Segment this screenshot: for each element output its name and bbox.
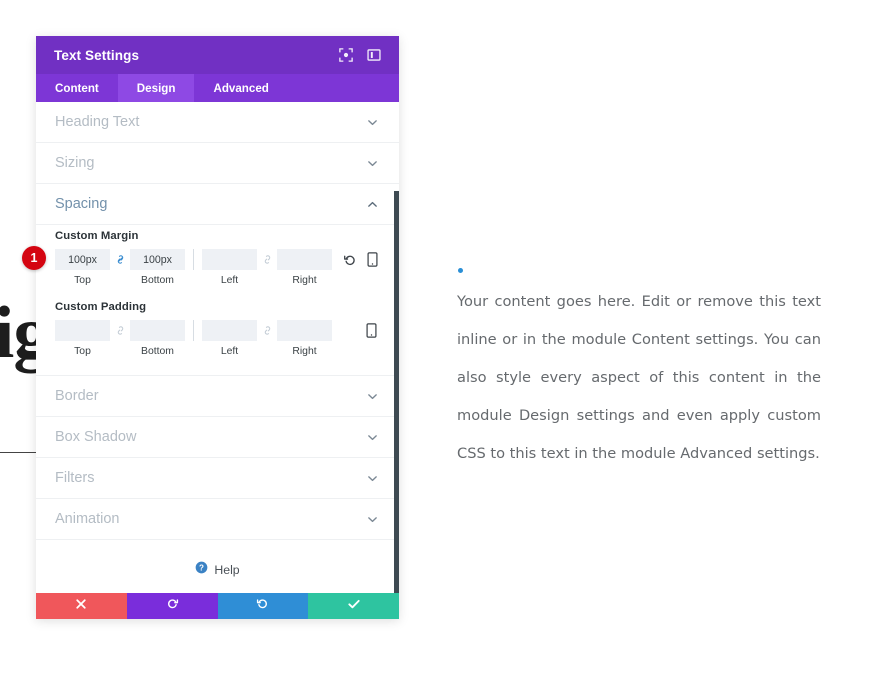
chevron-down-icon <box>366 157 379 170</box>
section-spacing[interactable]: Spacing <box>36 184 399 225</box>
margin-left-label: Left <box>220 274 239 286</box>
module-content-column: Your content goes here. Edit or remove t… <box>457 268 821 473</box>
page-title: Text Settings <box>54 47 140 63</box>
margin-row-icons <box>332 251 380 268</box>
padding-row-icons <box>354 322 379 339</box>
spacing-controls: Custom Margin 100px 100px Top Bottom Lef… <box>36 225 399 376</box>
margin-right-input[interactable] <box>277 249 332 270</box>
margin-bottom-label: Bottom <box>141 274 174 286</box>
margin-top-input[interactable] <box>55 249 110 270</box>
panel-scrollbar[interactable] <box>394 191 399 593</box>
padding-right-label: Right <box>292 345 317 357</box>
chevron-down-icon <box>366 513 379 526</box>
margin-top-bottom-pair <box>55 249 185 270</box>
padding-top-label: Top <box>74 345 91 357</box>
annotation-badge-1: 1 <box>22 246 46 270</box>
margin-left-right-pair <box>202 249 332 270</box>
mobile-device-icon[interactable] <box>365 251 380 268</box>
tab-advanced[interactable]: Advanced <box>194 74 287 102</box>
mobile-device-icon[interactable] <box>364 322 379 339</box>
section-filters[interactable]: Filters <box>36 458 399 499</box>
modal-header: Text Settings <box>36 36 399 74</box>
section-label: Filters <box>55 470 95 486</box>
broken-link-chain-icon[interactable] <box>257 249 277 270</box>
section-label: Animation <box>55 511 120 527</box>
redo-arrow-icon <box>256 597 269 615</box>
custom-padding-label: Custom Padding <box>55 301 147 313</box>
module-content-paragraph: Your content goes here. Edit or remove t… <box>457 293 821 462</box>
padding-right-input[interactable] <box>277 320 332 341</box>
margin-labels-row: Top Bottom Left Right <box>55 270 379 290</box>
section-label: Spacing <box>55 196 108 212</box>
section-label: Border <box>55 388 99 404</box>
redo-button[interactable] <box>217 593 309 619</box>
help-button[interactable]: ? Help <box>36 540 399 593</box>
undo-arrow-icon <box>166 597 179 615</box>
section-label: Box Shadow <box>55 429 137 445</box>
bullet-dot-icon <box>458 268 463 273</box>
modal-body: Heading Text Sizing Spacing Custom Margi… <box>36 102 399 593</box>
section-label: Sizing <box>55 155 95 171</box>
padding-left-right-pair <box>202 320 332 341</box>
layout-panel-icon[interactable] <box>363 44 385 66</box>
link-chain-icon[interactable] <box>110 249 130 270</box>
section-label: Heading Text <box>55 114 140 130</box>
focus-target-icon[interactable] <box>335 44 357 66</box>
padding-top-input[interactable] <box>55 320 110 341</box>
custom-padding-block: Custom Padding Top Bottom Left Right <box>55 301 379 361</box>
save-button[interactable] <box>308 593 399 619</box>
margin-bottom-input[interactable] <box>130 249 185 270</box>
section-heading-text[interactable]: Heading Text <box>36 102 399 143</box>
broken-link-chain-icon[interactable] <box>257 320 277 341</box>
padding-field-row <box>55 320 379 341</box>
close-x-icon <box>75 597 87 615</box>
margin-field-row <box>55 249 379 270</box>
text-settings-modal: Text Settings Content Design Advanced He… <box>36 36 399 619</box>
padding-left-label: Left <box>220 345 239 357</box>
tab-design[interactable]: Design <box>117 74 195 102</box>
chevron-down-icon <box>366 431 379 444</box>
padding-top-bottom-pair <box>55 320 185 341</box>
margin-right-label: Right <box>292 274 317 286</box>
padding-left-input[interactable] <box>202 320 257 341</box>
padding-labels-row: Top Bottom Left Right <box>55 341 379 361</box>
section-animation[interactable]: Animation <box>36 499 399 540</box>
svg-text:?: ? <box>199 563 204 572</box>
close-button[interactable] <box>36 593 127 619</box>
padding-bottom-label: Bottom <box>141 345 174 357</box>
modal-tabs: Content Design Advanced <box>36 74 399 102</box>
margin-left-input[interactable] <box>202 249 257 270</box>
broken-link-chain-icon[interactable] <box>110 320 130 341</box>
chevron-down-icon <box>366 390 379 403</box>
margin-top-label: Top <box>74 274 91 286</box>
chevron-down-icon <box>366 116 379 129</box>
undo-button[interactable] <box>126 593 218 619</box>
section-sizing[interactable]: Sizing <box>36 143 399 184</box>
section-border[interactable]: Border <box>36 376 399 417</box>
field-divider <box>193 320 194 341</box>
padding-bottom-input[interactable] <box>130 320 185 341</box>
help-circle-icon: ? <box>195 561 208 579</box>
help-label: Help <box>214 563 240 577</box>
section-box-shadow[interactable]: Box Shadow <box>36 417 399 458</box>
field-divider <box>193 249 194 270</box>
chevron-down-icon <box>366 472 379 485</box>
tab-content[interactable]: Content <box>36 74 118 102</box>
custom-margin-label: Custom Margin <box>55 230 139 242</box>
checkmark-icon <box>347 597 361 616</box>
custom-margin-block: Custom Margin 100px 100px Top Bottom Lef… <box>55 230 379 290</box>
reset-icon[interactable] <box>342 251 357 268</box>
modal-footer <box>36 593 399 619</box>
chevron-up-icon <box>366 198 379 211</box>
